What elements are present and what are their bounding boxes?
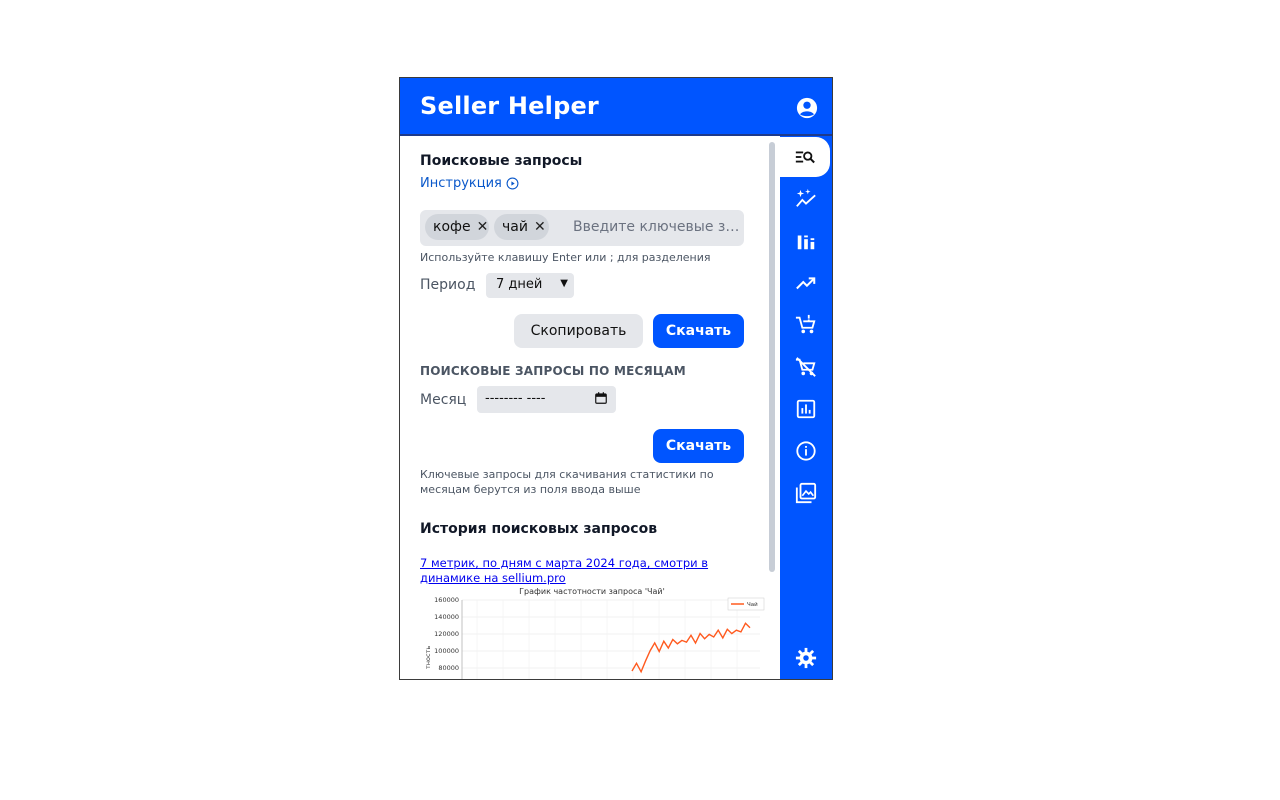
month-input-value: -------- ---- xyxy=(485,391,546,406)
rail-sparkle-trend[interactable] xyxy=(780,179,832,219)
remove-tag-icon[interactable]: ✕ xyxy=(534,219,546,235)
month-label: Месяц xyxy=(420,392,467,408)
rail-settings[interactable] xyxy=(780,638,832,678)
cart-alert-icon xyxy=(795,314,816,334)
period-select-value: 7 дней xyxy=(496,277,543,292)
chevron-down-icon: ▼ xyxy=(560,278,568,289)
rail-bar-stats[interactable] xyxy=(780,221,832,261)
download-button[interactable]: Скачать xyxy=(653,314,744,348)
search-list-icon xyxy=(795,151,815,164)
rail-cart-off[interactable] xyxy=(780,347,832,387)
sidebar-rail xyxy=(780,136,832,679)
calendar-icon[interactable] xyxy=(594,391,608,405)
rail-image-library[interactable] xyxy=(780,473,832,513)
extension-popup: Seller Helper Поисковые запросы Инструкц… xyxy=(399,77,833,680)
rail-cart-alert[interactable] xyxy=(780,305,832,345)
info-icon xyxy=(796,441,816,461)
chart-ytick-label: 120000 xyxy=(434,630,459,638)
analytics-box-icon xyxy=(796,399,816,419)
remove-tag-icon[interactable]: ✕ xyxy=(477,219,489,235)
period-label: Период xyxy=(420,277,476,293)
chart-ytick-label: 100000 xyxy=(434,647,459,655)
monthly-description: Ключевые запросы для скачивания статисти… xyxy=(420,468,714,496)
period-select[interactable]: 7 дней ▼ xyxy=(486,273,574,298)
copy-button[interactable]: Скопировать xyxy=(514,314,643,348)
keywords-input[interactable]: Введите ключевые запросы xyxy=(573,219,743,235)
rail-search-queries[interactable] xyxy=(780,137,830,177)
rail-info[interactable] xyxy=(780,431,832,471)
bar-stats-icon xyxy=(797,235,815,250)
image-library-icon xyxy=(795,482,817,504)
app-title: Seller Helper xyxy=(420,92,599,120)
month-input[interactable]: -------- ---- xyxy=(477,386,616,413)
keyword-tag-label: кофе xyxy=(433,219,471,235)
cart-off-icon xyxy=(795,357,816,377)
chart-ytick-label: 80000 xyxy=(438,664,459,672)
keyword-tag-label: чай xyxy=(502,219,528,235)
rail-analytics[interactable] xyxy=(780,389,832,429)
sparkle-trend-icon xyxy=(796,188,816,207)
keywords-input-box[interactable]: кофе ✕ чай ✕ Введите ключевые запросы xyxy=(420,210,744,246)
play-circle-icon xyxy=(506,177,519,190)
account-circle-icon[interactable] xyxy=(796,97,818,119)
app-header: Seller Helper xyxy=(400,78,832,136)
frequency-chart: График частотности запроса 'Чай' 160000 1… xyxy=(424,587,765,679)
keyword-tag: кофе ✕ xyxy=(425,214,489,240)
monthly-queries-title: ПОИСКОВЫЕ ЗАПРОСЫ ПО МЕСЯЦАМ xyxy=(420,364,686,378)
trending-up-icon xyxy=(796,277,816,290)
main-content: Поисковые запросы Инструкция кофе ✕ чай … xyxy=(400,136,768,679)
search-queries-title: Поисковые запросы xyxy=(420,153,583,169)
monthly-download-button[interactable]: Скачать xyxy=(653,429,744,463)
legend-label: Чай xyxy=(747,601,758,608)
promo-link[interactable]: 7 метрик, по дням с марта 2024 года, смо… xyxy=(420,556,720,586)
instruction-link-label[interactable]: Инструкция xyxy=(420,176,502,191)
chart-ytick-label: 140000 xyxy=(434,613,459,621)
chart-ytick-label: 160000 xyxy=(434,596,459,604)
instruction-link[interactable]: Инструкция xyxy=(420,176,519,191)
history-title: История поисковых запросов xyxy=(420,521,658,537)
keyword-tag: чай ✕ xyxy=(494,214,549,240)
chart-series-line xyxy=(631,622,751,674)
keywords-hint: Используйте клавишу Enter или ; для разд… xyxy=(420,251,711,264)
gear-icon xyxy=(795,647,817,669)
chart-title: График частотности запроса 'Чай' xyxy=(519,587,665,596)
content-scrollbar[interactable] xyxy=(769,142,775,572)
rail-trending[interactable] xyxy=(780,263,832,303)
chart-ylabel: тность xyxy=(424,646,432,669)
